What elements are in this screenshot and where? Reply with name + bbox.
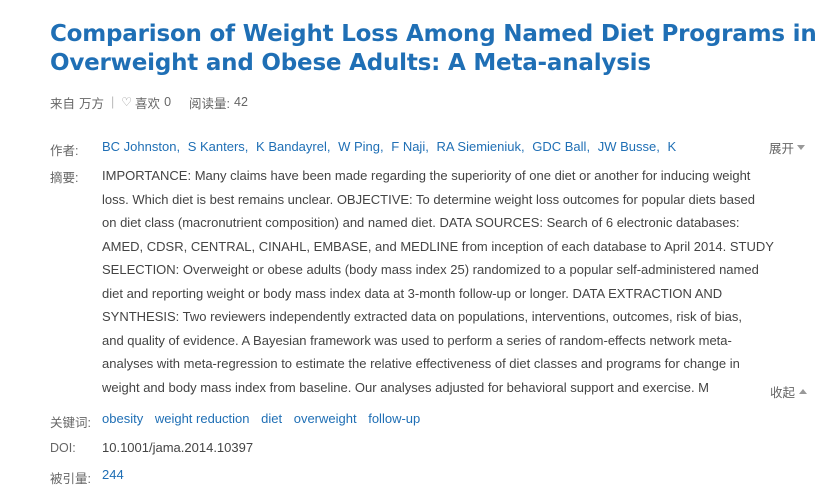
like-label[interactable]: 喜欢 <box>135 93 160 112</box>
source-label: 来自 <box>50 96 76 111</box>
chevron-down-icon <box>797 145 806 150</box>
keyword-link[interactable]: follow-up <box>368 411 420 426</box>
abstract-text: IMPORTANCE: Many claims have been made r… <box>102 164 810 402</box>
authors-label: 作者: <box>50 144 79 158</box>
keywords-label: 关键词: <box>50 416 91 430</box>
collapse-abstract-button[interactable]: 收起 <box>760 381 808 401</box>
doi-label: DOI: <box>50 441 76 455</box>
author-link[interactable]: RA Siemieniuk <box>436 139 521 154</box>
abstract-line: diet and reporting weight or body mass i… <box>102 285 723 301</box>
cited-label: 被引量: <box>50 472 91 486</box>
abstract-line: on diet class (macronutrient composition… <box>102 215 740 230</box>
meta-divider: | <box>111 95 115 109</box>
abstract-label: 摘要: <box>50 171 79 185</box>
article-meta: 来自 万方 | ♡ 喜欢 0 阅读量: 42 <box>50 93 248 111</box>
author-link[interactable]: S Kanters <box>188 139 245 154</box>
author-link[interactable]: F Naji <box>391 139 425 154</box>
author-link[interactable]: K <box>667 139 676 154</box>
abstract-line: IMPORTANCE: Many claims have been made r… <box>102 168 751 183</box>
like-count: 0 <box>164 95 172 109</box>
cited-count-link[interactable]: 244 <box>102 467 124 482</box>
abstract-line: SYNTHESIS: Two reviewers independently e… <box>102 309 742 324</box>
keyword-link[interactable]: obesity <box>102 411 143 426</box>
reads-count: 42 <box>234 95 248 109</box>
abstract-line: loss. Which diet is best remains unclear… <box>102 191 755 207</box>
abstract-line: AMED, CDSR, CENTRAL, CINAHL, EMBASE, and… <box>102 238 774 254</box>
author-link[interactable]: K Bandayrel <box>256 139 327 154</box>
expand-authors-button[interactable]: 展开 <box>769 138 806 157</box>
author-link[interactable]: W Ping <box>338 139 380 154</box>
author-link[interactable]: BC Johnston <box>102 139 176 154</box>
keyword-link[interactable]: overweight <box>294 411 357 426</box>
keyword-link[interactable]: diet <box>261 411 282 426</box>
article-title-line-2[interactable]: Overweight and Obese Adults: A Meta-anal… <box>50 49 820 78</box>
collapse-label[interactable]: 收起 <box>770 382 795 401</box>
source-value: 万方 <box>79 96 105 111</box>
abstract-line: SELECTION: Overweight or obese adults (b… <box>102 262 759 277</box>
reads-label: 阅读量: <box>189 96 230 111</box>
abstract-line: analyses with meta-regression to estimat… <box>102 356 740 371</box>
author-list: BC Johnston, S Kanters, K Bandayrel, W P… <box>102 139 677 154</box>
keyword-list: obesity weight reduction diet overweight… <box>102 411 428 426</box>
abstract-line: weight and body mass index from baseline… <box>102 379 709 395</box>
abstract-line: and quality of evidence. A Bayesian fram… <box>102 332 732 348</box>
heart-icon[interactable]: ♡ <box>121 95 132 109</box>
chevron-up-icon <box>799 388 808 394</box>
expand-label[interactable]: 展开 <box>769 138 794 157</box>
author-link[interactable]: JW Busse <box>598 139 657 154</box>
keyword-link[interactable]: weight reduction <box>155 411 250 426</box>
article-title[interactable]: Comparison of Weight Loss Among Named Di… <box>50 20 820 78</box>
doi-value: 10.1001/jama.2014.10397 <box>102 440 254 455</box>
article-title-line-1[interactable]: Comparison of Weight Loss Among Named Di… <box>50 20 820 49</box>
author-link[interactable]: GDC Ball <box>532 139 586 154</box>
